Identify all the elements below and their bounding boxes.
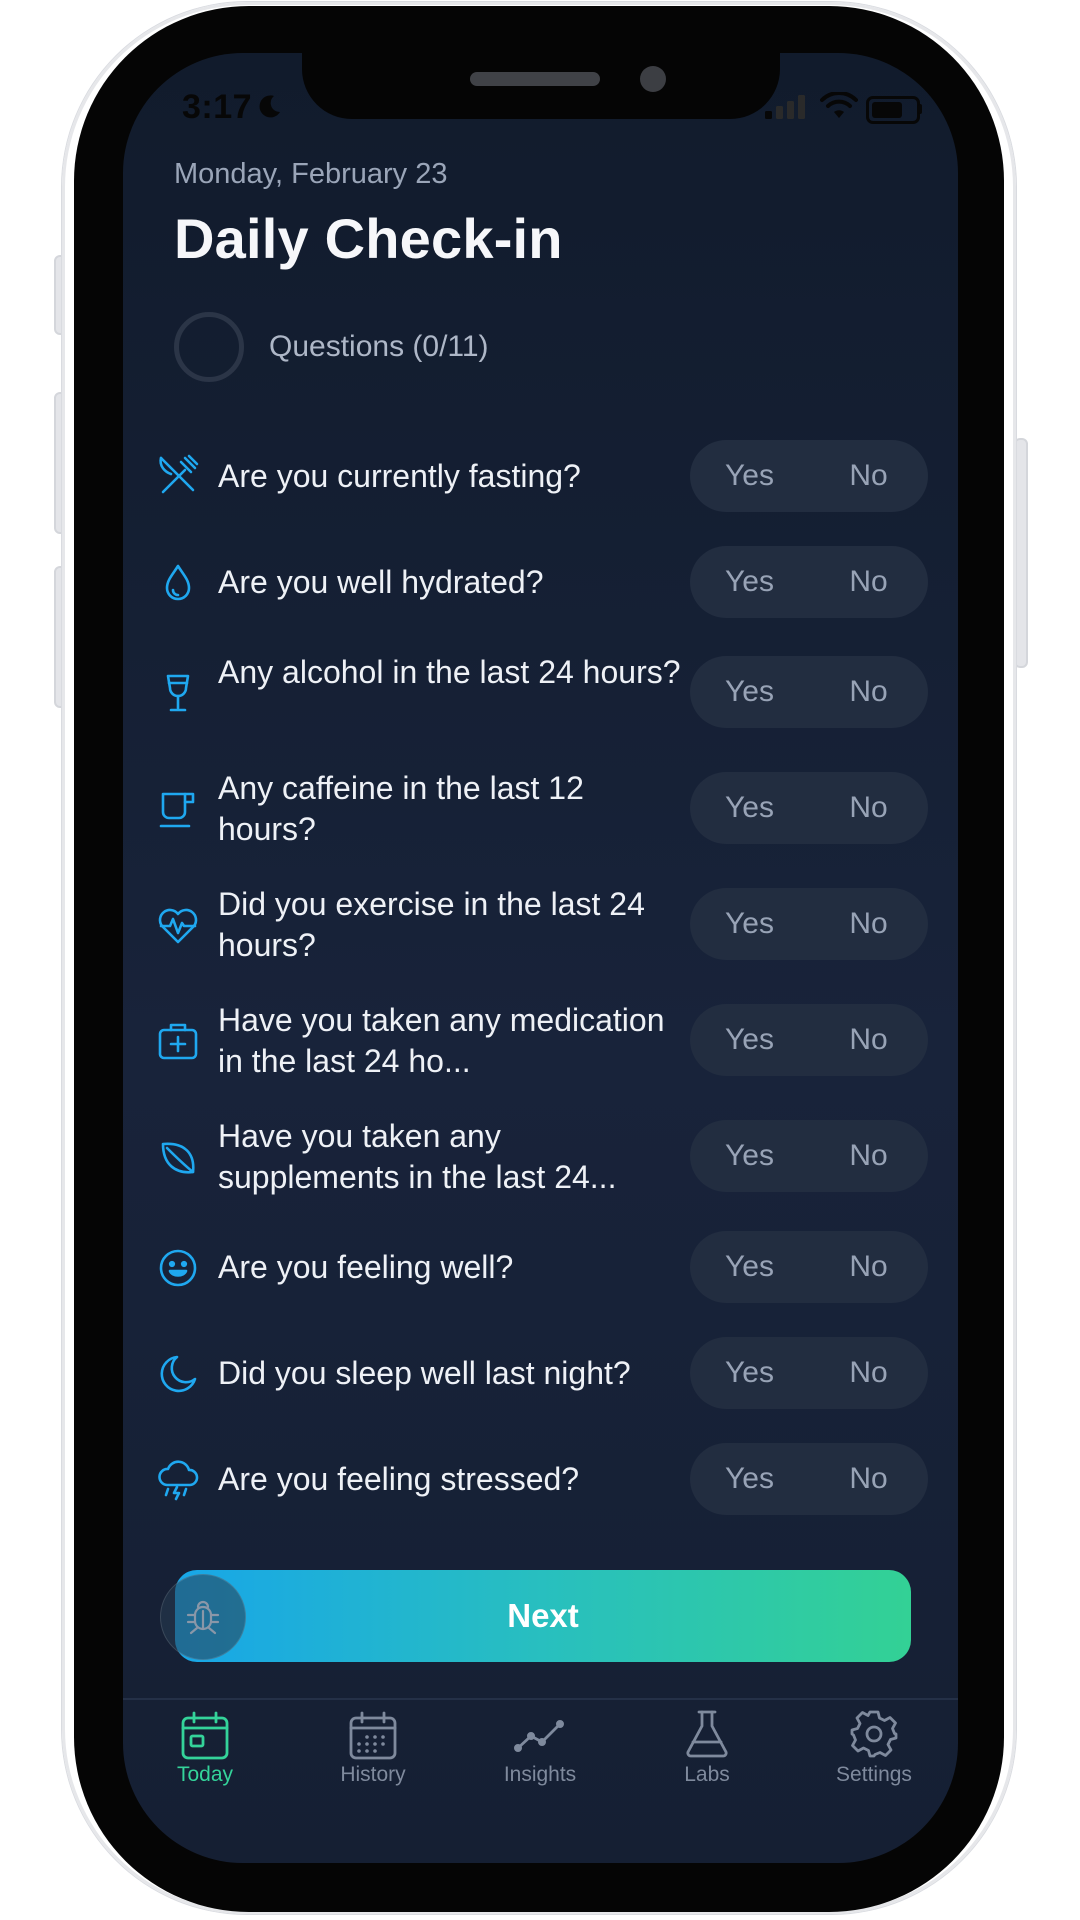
calendar-grid-icon	[349, 1711, 397, 1760]
yes-no-toggle: Yes No	[690, 888, 928, 960]
no-option[interactable]: No	[809, 440, 928, 512]
no-option[interactable]: No	[809, 546, 928, 618]
wine-glass-icon	[166, 674, 190, 712]
moon-icon	[160, 1355, 197, 1393]
moon-icon	[259, 95, 280, 118]
leaf-icon	[161, 1142, 195, 1174]
yes-option[interactable]: Yes	[690, 440, 809, 512]
front-camera	[640, 66, 666, 92]
date-label: Monday, February 23	[174, 158, 448, 190]
tab-label: Today	[176, 1763, 234, 1786]
heart-pulse-icon	[158, 908, 198, 944]
question-text: Any caffeine in the last 12 hours?	[218, 770, 584, 847]
yes-option[interactable]: Yes	[690, 546, 809, 618]
no-option[interactable]: No	[809, 888, 928, 960]
medical-kit-icon	[158, 1023, 198, 1060]
yes-option[interactable]: Yes	[690, 1004, 809, 1076]
page-title: Daily Check-in	[174, 207, 563, 270]
trend-line-icon	[514, 1719, 565, 1753]
battery-level	[872, 102, 902, 118]
yes-option[interactable]: Yes	[690, 888, 809, 960]
question-text: Have you taken any medication in the las…	[218, 1002, 665, 1079]
progress-label: Questions (0/11)	[269, 330, 489, 363]
yes-no-toggle: Yes No	[690, 1231, 928, 1303]
yes-no-toggle: Yes No	[690, 1337, 928, 1409]
yes-no-toggle: Yes No	[690, 772, 928, 844]
no-option[interactable]: No	[809, 772, 928, 844]
utensils-icon	[159, 454, 199, 494]
tab-label: History	[340, 1763, 406, 1786]
status-time: 3:17	[182, 88, 253, 126]
tab-bar-divider	[123, 1698, 958, 1700]
yes-option[interactable]: Yes	[690, 772, 809, 844]
yes-option[interactable]: Yes	[690, 1120, 809, 1192]
smile-icon	[159, 1249, 197, 1287]
gear-icon	[850, 1710, 898, 1758]
question-text: Are you feeling well?	[218, 1249, 514, 1285]
water-drop-icon	[165, 564, 191, 601]
yes-option[interactable]: Yes	[690, 1443, 809, 1515]
no-option[interactable]: No	[809, 1120, 928, 1192]
no-option[interactable]: No	[809, 656, 928, 728]
yes-no-toggle: Yes No	[690, 440, 928, 512]
question-text: Are you feeling stressed?	[218, 1461, 580, 1497]
tab-label: Labs	[684, 1763, 730, 1786]
question-text: Any alcohol in the last 24 hours?	[218, 654, 681, 690]
storm-cloud-icon	[158, 1460, 199, 1501]
question-text: Are you well hydrated?	[218, 564, 544, 600]
battery-terminal	[918, 104, 922, 114]
no-option[interactable]: No	[809, 1004, 928, 1076]
question-text: Have you taken any supplements in the la…	[218, 1118, 617, 1195]
yes-no-toggle: Yes No	[690, 1120, 928, 1192]
cellular-signal-icon	[765, 95, 805, 119]
notch	[302, 53, 780, 119]
wifi-icon	[820, 92, 858, 118]
coffee-cup-icon	[159, 792, 195, 828]
no-option[interactable]: No	[809, 1231, 928, 1303]
yes-no-toggle: Yes No	[690, 1443, 928, 1515]
speaker-grille	[470, 72, 600, 86]
calendar-today-icon	[181, 1711, 229, 1760]
question-text: Did you exercise in the last 24 hours?	[218, 886, 645, 963]
power-button	[1014, 438, 1028, 668]
no-option[interactable]: No	[809, 1443, 928, 1515]
progress-ring	[174, 312, 244, 382]
no-option[interactable]: No	[809, 1337, 928, 1409]
yes-option[interactable]: Yes	[690, 1337, 809, 1409]
bug-icon	[186, 1600, 220, 1635]
next-button[interactable]: Next	[175, 1570, 911, 1662]
debug-button[interactable]	[160, 1574, 246, 1660]
tab-label: Settings	[836, 1763, 912, 1786]
yes-no-toggle: Yes No	[690, 656, 928, 728]
yes-no-toggle: Yes No	[690, 1004, 928, 1076]
yes-no-toggle: Yes No	[690, 546, 928, 618]
yes-option[interactable]: Yes	[690, 656, 809, 728]
question-text: Are you currently fasting?	[218, 458, 581, 494]
yes-option[interactable]: Yes	[690, 1231, 809, 1303]
question-text: Did you sleep well last night?	[218, 1355, 631, 1391]
tab-label: Insights	[503, 1763, 577, 1786]
flask-icon	[686, 1710, 728, 1758]
